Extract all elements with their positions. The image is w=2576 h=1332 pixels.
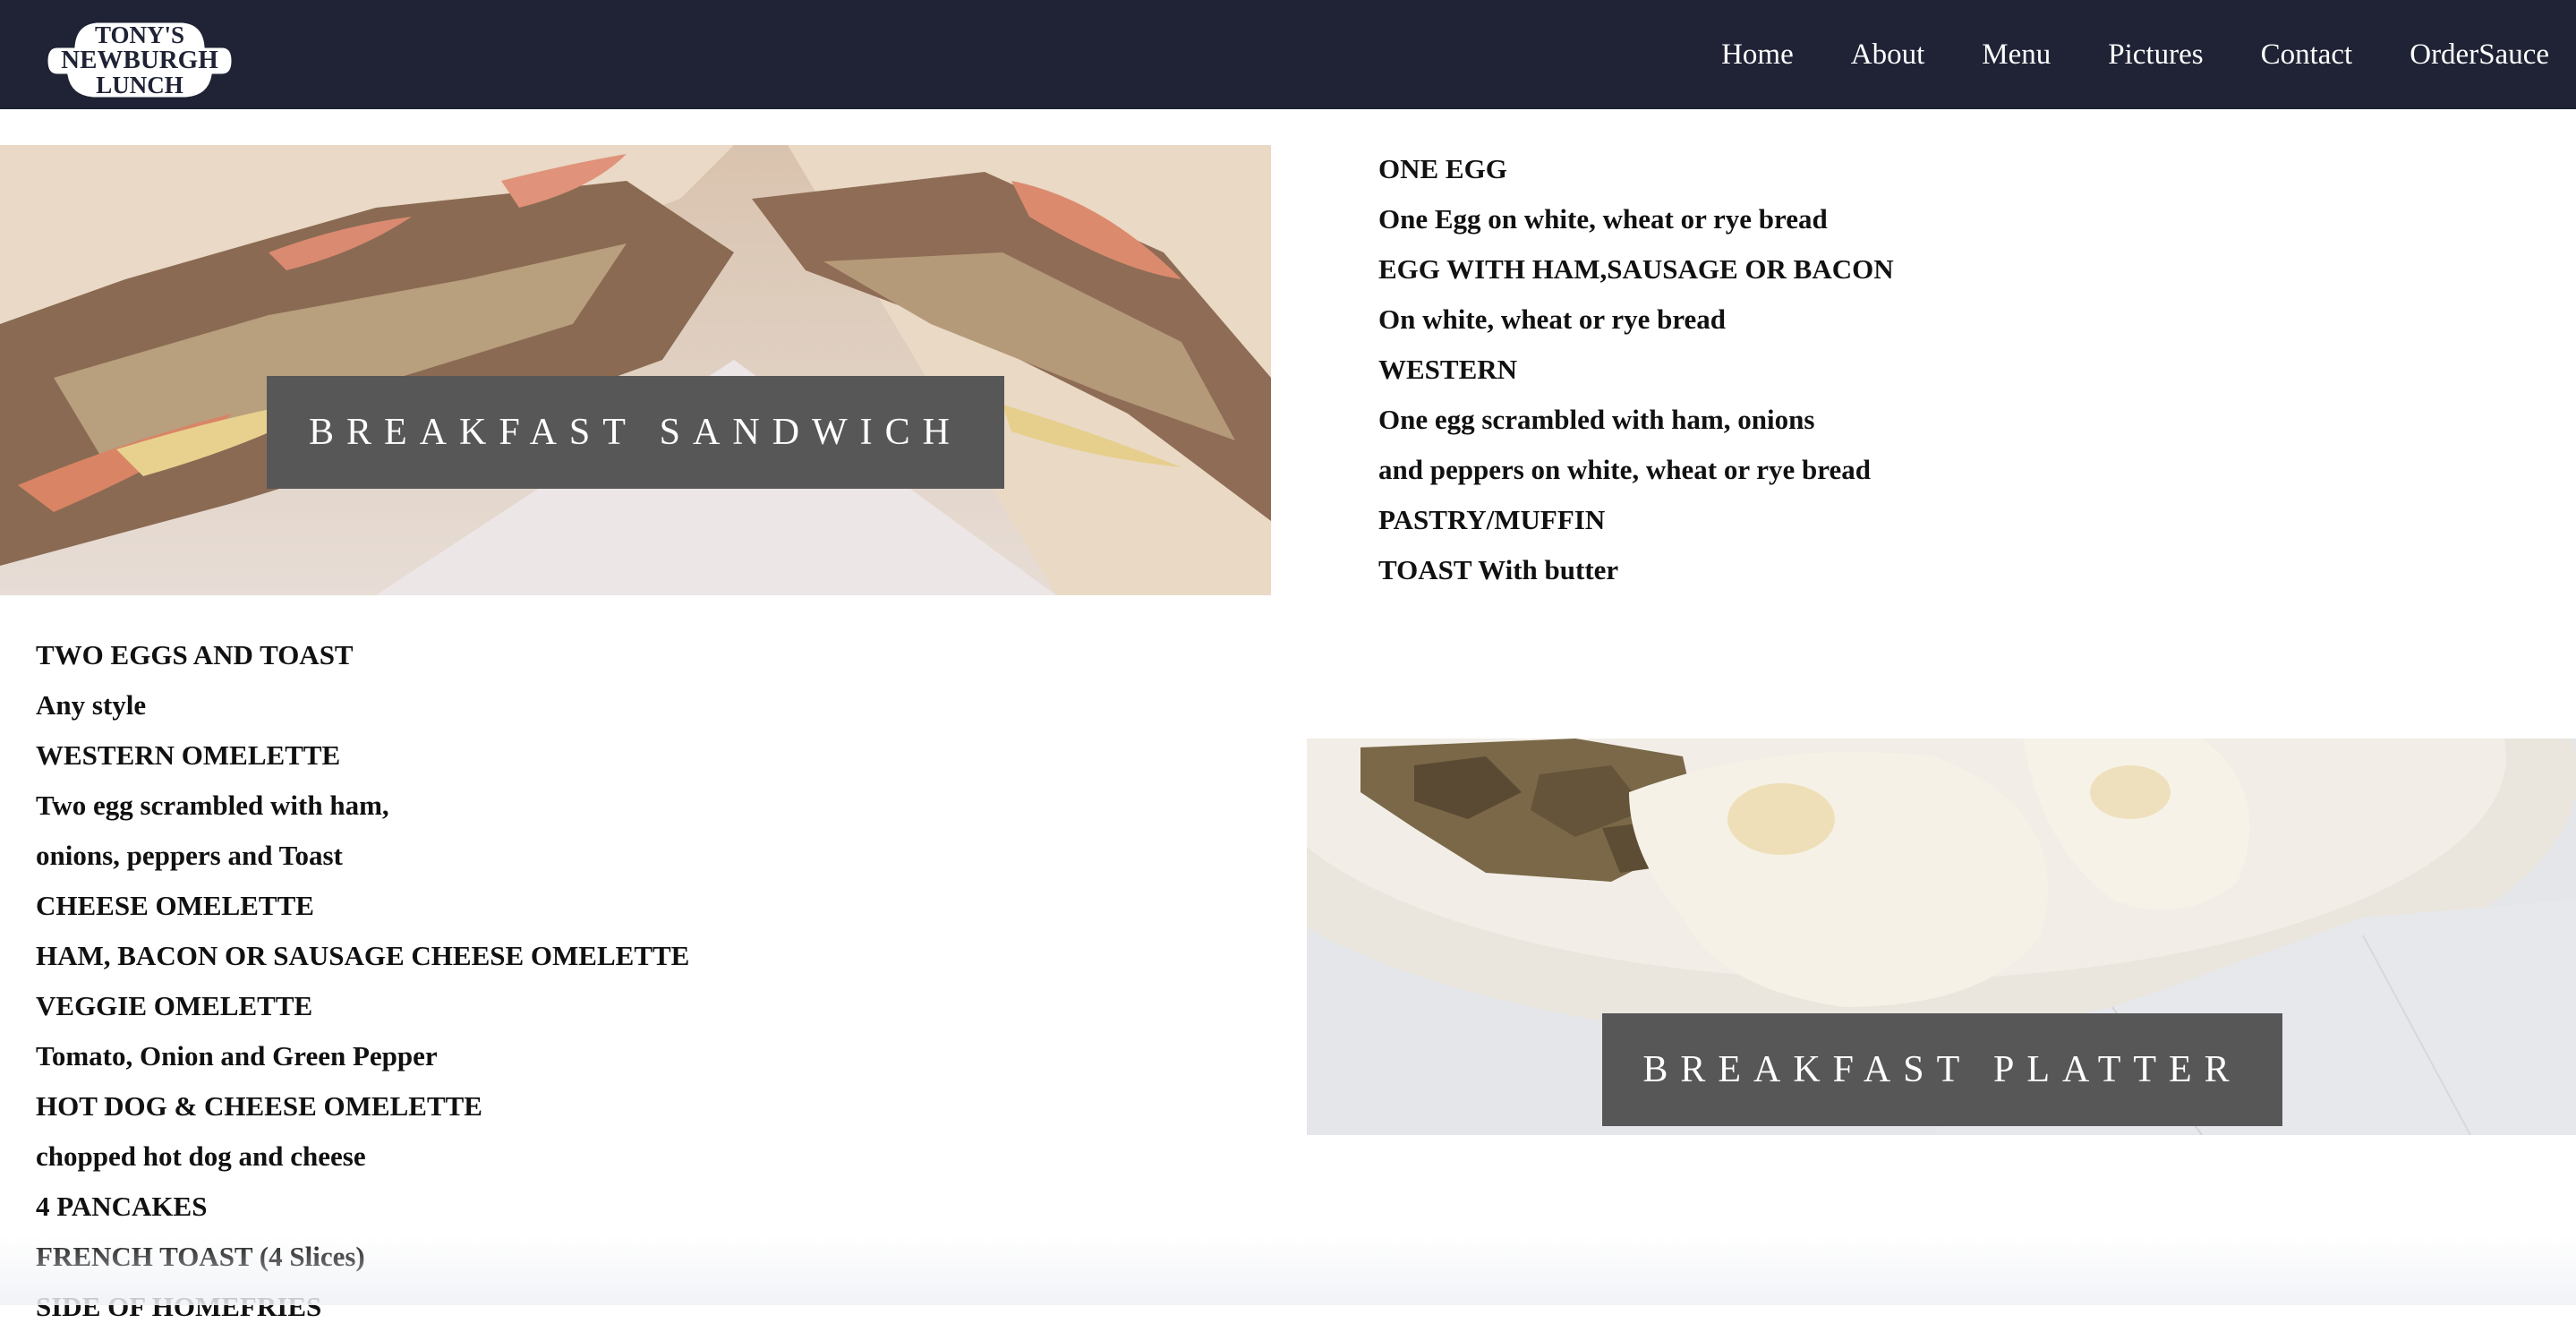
menu-item: TOAST With butter — [1378, 554, 1619, 585]
menu-item: SIDE OF HOMEFRIES — [36, 1291, 322, 1322]
menu-item: CHEESE OMELETTE — [36, 890, 314, 921]
menu-item: WESTERN OMELETTE — [36, 739, 341, 771]
breakfast-platter-title: BREAKFAST PLATTER — [1602, 1013, 2282, 1126]
main-nav: Home About Menu Pictures Contact OrderSa… — [1693, 0, 2549, 109]
menu-item-description: Any style — [36, 689, 147, 721]
menu-item-description: Tomato, Onion and Green Pepper — [36, 1040, 438, 1072]
menu-item-description: onions, peppers and Toast — [36, 840, 343, 871]
menu-item-description: and peppers on white, wheat or rye bread — [1378, 454, 1871, 485]
menu-item: HOT DOG & CHEESE OMELETTE — [36, 1090, 482, 1122]
menu-item-description: One Egg on white, wheat or rye bread — [1378, 203, 1828, 235]
menu-item: PASTRY/MUFFIN — [1378, 504, 1606, 535]
logo-line-1: TONY'S — [95, 21, 184, 48]
menu-item: WESTERN — [1378, 354, 1518, 385]
menu-item: HAM, BACON OR SAUSAGE CHEESE OMELETTE — [36, 940, 690, 971]
nav-about-link[interactable]: About — [1822, 39, 1954, 70]
menu-item: EGG WITH HAM,SAUSAGE OR BACON — [1378, 253, 1894, 285]
nav-menu-link[interactable]: Menu — [1953, 39, 2079, 70]
logo-line-2: NEWBURGH — [61, 46, 218, 74]
breakfast-sandwich-menu: ONE EGG One Egg on white, wheat or rye b… — [1378, 144, 1894, 595]
menu-item-description: chopped hot dog and cheese — [36, 1140, 366, 1172]
menu-item: ONE EGG — [1378, 153, 1507, 184]
menu-item: FRENCH TOAST (4 Slices) — [36, 1241, 365, 1272]
top-navbar: TONY'S NEWBURGH LUNCH Home About Menu Pi… — [0, 0, 2576, 109]
breakfast-platter-menu: TWO EGGS AND TOAST Any style WESTERN OME… — [36, 630, 689, 1332]
breakfast-platter-banner: BREAKFAST PLATTER — [1307, 739, 2576, 1135]
menu-item: 4 PANCAKES — [36, 1191, 208, 1222]
nav-pictures-link[interactable]: Pictures — [2079, 39, 2231, 70]
menu-item: TWO EGGS AND TOAST — [36, 639, 354, 670]
nav-contact-link[interactable]: Contact — [2232, 39, 2382, 70]
site-logo[interactable]: TONY'S NEWBURGH LUNCH — [39, 16, 240, 104]
nav-home-link[interactable]: Home — [1693, 39, 1822, 70]
logo-graphic: TONY'S NEWBURGH LUNCH — [45, 20, 235, 100]
breakfast-sandwich-title: BREAKFAST SANDWICH — [267, 376, 1004, 489]
sandwich-photo — [0, 145, 1271, 595]
menu-item-description: One egg scrambled with ham, onions — [1378, 404, 1815, 435]
breakfast-sandwich-banner: BREAKFAST SANDWICH — [0, 145, 1271, 595]
menu-item-description: Two egg scrambled with ham, — [36, 790, 389, 821]
menu-item: VEGGIE OMELETTE — [36, 990, 313, 1021]
logo-line-3: LUNCH — [96, 72, 183, 98]
menu-item-description: On white, wheat or rye bread — [1378, 303, 1727, 335]
nav-ordersauce-link[interactable]: OrderSauce — [2381, 39, 2549, 70]
